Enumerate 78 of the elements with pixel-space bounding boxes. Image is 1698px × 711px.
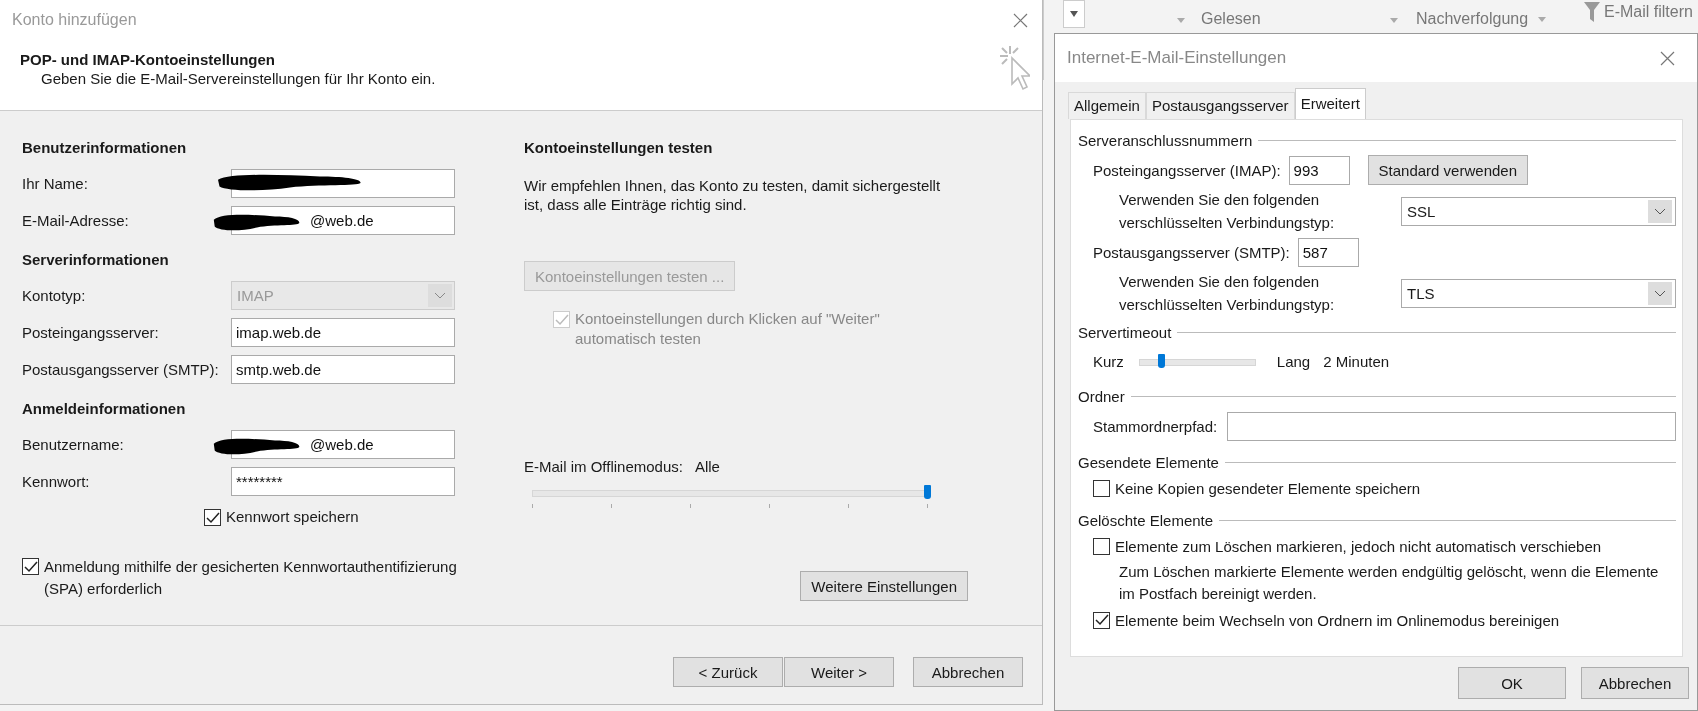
tab[interactable]: Postausgangsserver xyxy=(1145,92,1295,119)
slider-thumb[interactable] xyxy=(924,485,931,499)
dialog-button[interactable]: OK xyxy=(1458,667,1566,699)
checkbox-label: Anmeldung mithilfe der gesicherten Kennwortauthentifizierung (SPA) erforderlich xyxy=(44,557,458,599)
ribbon-button[interactable]: Gelesen xyxy=(1201,10,1261,28)
section-heading: Serverinformationen xyxy=(22,250,170,270)
checkbox-label: Elemente zum Löschen markieren, jedoch nicht automatisch verschieben xyxy=(1115,537,1602,555)
slider-label: E-Mail im Offlinemodus: xyxy=(524,458,683,475)
slider-value: 2 Minuten xyxy=(1323,352,1390,370)
group-heading: Servertimeout xyxy=(1078,323,1172,341)
checkbox[interactable] xyxy=(1093,537,1110,555)
field-label: Kennwort: xyxy=(22,473,91,490)
group-heading: Gesendete Elemente xyxy=(1078,453,1219,471)
dropdown[interactable]: SSL xyxy=(1401,196,1676,226)
field-label: Benutzername: xyxy=(22,436,125,453)
slider[interactable] xyxy=(532,485,928,509)
ribbon-button[interactable]: Nachverfolgung xyxy=(1416,10,1547,28)
group-heading: Gelöschte Elemente xyxy=(1078,511,1214,529)
checkbox-label: Kontoeinstellungen durch Klicken auf "Weiter" automatisch testen xyxy=(575,309,881,349)
tab[interactable]: Erweitert xyxy=(1294,88,1366,119)
field-label: Verwenden Sie den folgenden verschlüsselten Verbindungstyp: xyxy=(1119,190,1336,233)
caret-icon xyxy=(1177,18,1185,23)
ribbon-button[interactable]: E-Mail filtern xyxy=(1584,2,1693,22)
checkbox[interactable] xyxy=(1093,479,1110,497)
field-label: Posteingangsserver (IMAP): xyxy=(1093,161,1281,179)
field-label: Posteingangsserver: xyxy=(22,324,160,341)
group-heading: Serveranschlussnummern xyxy=(1078,131,1253,149)
dialog-heading: POP- und IMAP-Kontoeinstellungen xyxy=(20,51,276,68)
field-label: Verwenden Sie den folgenden verschlüsselten Verbindungstyp: xyxy=(1119,272,1336,315)
slider[interactable] xyxy=(1138,354,1256,368)
input-field[interactable]: 993 xyxy=(1288,155,1350,185)
checkbox-label: Kennwort speichern xyxy=(226,508,359,525)
caret-icon xyxy=(1538,16,1547,22)
input-field[interactable]: smtp.web.de xyxy=(231,355,455,384)
close-icon[interactable] xyxy=(1013,12,1028,28)
field-label: Postausgangsserver (SMTP): xyxy=(22,361,220,378)
section-heading: Kontoeinstellungen testen xyxy=(524,138,714,158)
window-title: Konto hinzufügen xyxy=(12,11,137,29)
section-heading: Benutzerinformationen xyxy=(22,138,188,158)
slider-thumb[interactable] xyxy=(1158,354,1166,368)
note-text: Zum Löschen markierte Elemente werden endgültig gelöscht, wenn die Elemente im Postfach bereinigt werden. xyxy=(1118,562,1659,604)
field-label: Ihr Name: xyxy=(22,175,89,192)
caret-icon xyxy=(1654,289,1666,297)
group-heading: Ordner xyxy=(1078,387,1125,405)
description-text: Wir empfehlen Ihnen, das Konto zu testen, damit sichergestellt ist, dass alle Einträge richtig sind. xyxy=(524,176,942,214)
field-label: Stammordnerpfad: xyxy=(1093,417,1218,435)
window-title: Internet-E-Mail-Einstellungen xyxy=(1067,48,1287,68)
dialog-button[interactable]: Abbrechen xyxy=(1581,667,1689,699)
caret-icon xyxy=(1390,18,1398,23)
dialog-subheading: Geben Sie die E-Mail-Servereinstellungen für Ihr Konto ein. xyxy=(41,70,436,87)
checkbox[interactable] xyxy=(22,558,39,575)
input-field[interactable]: imap.web.de xyxy=(231,318,455,347)
checkbox-label: Keine Kopien gesendeter Elemente speichern xyxy=(1115,479,1421,497)
caret-icon xyxy=(434,292,446,299)
field-label: Postausgangsserver (SMTP): xyxy=(1093,243,1290,261)
dialog-button[interactable]: Abbrechen xyxy=(913,657,1023,687)
use-default-button[interactable]: Standard verwenden xyxy=(1367,155,1528,185)
field-label: E-Mail-Adresse: xyxy=(22,212,130,229)
close-icon[interactable] xyxy=(1660,50,1675,66)
input-field[interactable]: ******** xyxy=(231,467,455,496)
dropdown[interactable]: TLS xyxy=(1401,278,1676,308)
input-field[interactable] xyxy=(1227,411,1676,441)
cursor-icon xyxy=(998,44,1030,92)
checkbox[interactable] xyxy=(1093,611,1110,629)
dialog-button[interactable]: < Zurück xyxy=(673,657,783,687)
section-heading: Anmeldeinformationen xyxy=(22,399,187,419)
checkbox-label: Elemente beim Wechseln von Ordnern im Onlinemodus bereinigen xyxy=(1115,611,1560,629)
dialog-button[interactable]: Weiter > xyxy=(784,657,894,687)
tab[interactable]: Allgemein xyxy=(1068,92,1146,119)
more-settings-button[interactable]: Weitere Einstellungen xyxy=(800,571,968,601)
checkbox[interactable] xyxy=(204,509,221,526)
slider-value: Alle xyxy=(694,458,720,475)
funnel-icon xyxy=(1584,2,1600,22)
slider-label: Kurz xyxy=(1093,352,1124,370)
caret-icon xyxy=(1654,207,1666,215)
field-label: Kontotyp: xyxy=(22,287,87,304)
slider-label: Lang xyxy=(1276,352,1311,370)
input-field[interactable]: 587 xyxy=(1297,237,1359,267)
